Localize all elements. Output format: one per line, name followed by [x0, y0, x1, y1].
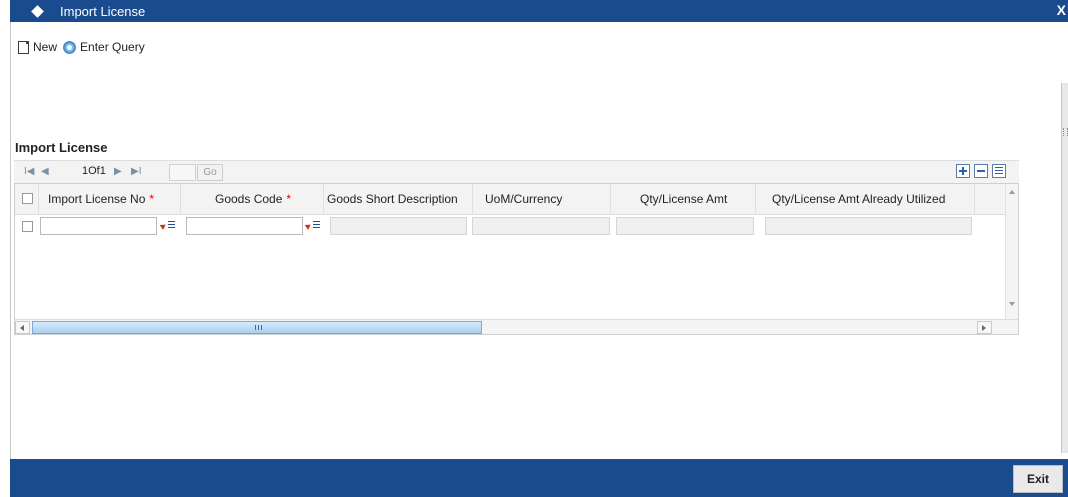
footer-bar [10, 459, 1068, 497]
scroll-up-icon[interactable] [1009, 190, 1015, 194]
last-page-icon[interactable]: ▶I [131, 166, 141, 177]
app-diamond-icon [31, 4, 44, 18]
scroll-down-icon[interactable] [1009, 302, 1015, 306]
first-page-icon[interactable]: I◀ [24, 166, 34, 177]
required-marker: * [149, 192, 155, 206]
column-header-qty-license-amt: Qty/License Amt [611, 184, 756, 214]
window-scrollbar[interactable] [1061, 83, 1068, 453]
import-license-grid: Import License No * Goods Code * Goods Sho… [14, 183, 1019, 335]
import-license-no-input[interactable] [40, 217, 157, 235]
exit-button[interactable]: Exit [1013, 465, 1063, 493]
grid-header: Import License No * Goods Code * Goods Sho… [15, 184, 1005, 215]
qty-license-amt-field [616, 217, 754, 235]
qty-license-amt-utilized-field [765, 217, 972, 235]
enter-query-label: Enter Query [80, 40, 145, 54]
previous-page-icon[interactable]: ◀ [41, 166, 49, 177]
window-title-bar: Import License X [10, 0, 1068, 22]
single-view-icon[interactable] [992, 164, 1006, 178]
section-title: Import License [15, 140, 108, 155]
scrollbar-thumb[interactable] [32, 321, 482, 334]
column-header-goods-code: Goods Code * [181, 184, 324, 214]
column-header-goods-short-description: Goods Short Description [324, 184, 473, 214]
toolbar: New Enter Query [10, 37, 145, 57]
goods-code-lov-icon[interactable] [304, 219, 322, 233]
next-page-icon[interactable]: ▶ [114, 166, 122, 177]
go-button[interactable]: Go [197, 164, 223, 181]
import-license-no-lov-icon[interactable] [159, 219, 177, 233]
new-button[interactable]: New [18, 40, 57, 54]
close-window-button[interactable]: X [1057, 2, 1066, 18]
select-all-checkbox[interactable] [22, 193, 33, 204]
scroll-right-icon[interactable] [977, 321, 992, 334]
new-button-label: New [33, 40, 58, 54]
goods-short-description-field [330, 217, 467, 235]
enter-query-button[interactable]: Enter Query [63, 40, 145, 54]
column-header-qty-license-amt-utilized: Qty/License Amt Already Utilized [756, 184, 975, 214]
add-row-icon[interactable] [956, 164, 970, 178]
scroll-left-icon[interactable] [15, 321, 30, 334]
uom-currency-field [472, 217, 610, 235]
enter-query-icon [63, 40, 77, 54]
grid-navigation-bar: I◀ ◀ 1Of1 ▶ ▶I Go [14, 160, 1019, 183]
row-select-checkbox[interactable] [22, 221, 33, 232]
table-row [15, 215, 1005, 237]
window-scrollbar-grip-icon [1063, 128, 1068, 136]
new-document-icon [18, 40, 29, 54]
column-header-uom-currency: UoM/Currency [473, 184, 611, 214]
delete-row-icon[interactable] [974, 164, 988, 178]
scrollbar-grip-icon [255, 325, 263, 330]
page-number-input[interactable] [169, 164, 196, 181]
window-title: Import License [60, 3, 146, 19]
required-marker: * [286, 192, 292, 206]
grid-vertical-scrollbar[interactable] [1005, 184, 1018, 320]
grid-horizontal-scrollbar[interactable] [15, 319, 1018, 334]
column-header-import-license-no: Import License No * [39, 184, 181, 214]
page-info: 1Of1 [82, 165, 106, 177]
goods-code-input[interactable] [186, 217, 303, 235]
window-left-border [10, 22, 11, 459]
